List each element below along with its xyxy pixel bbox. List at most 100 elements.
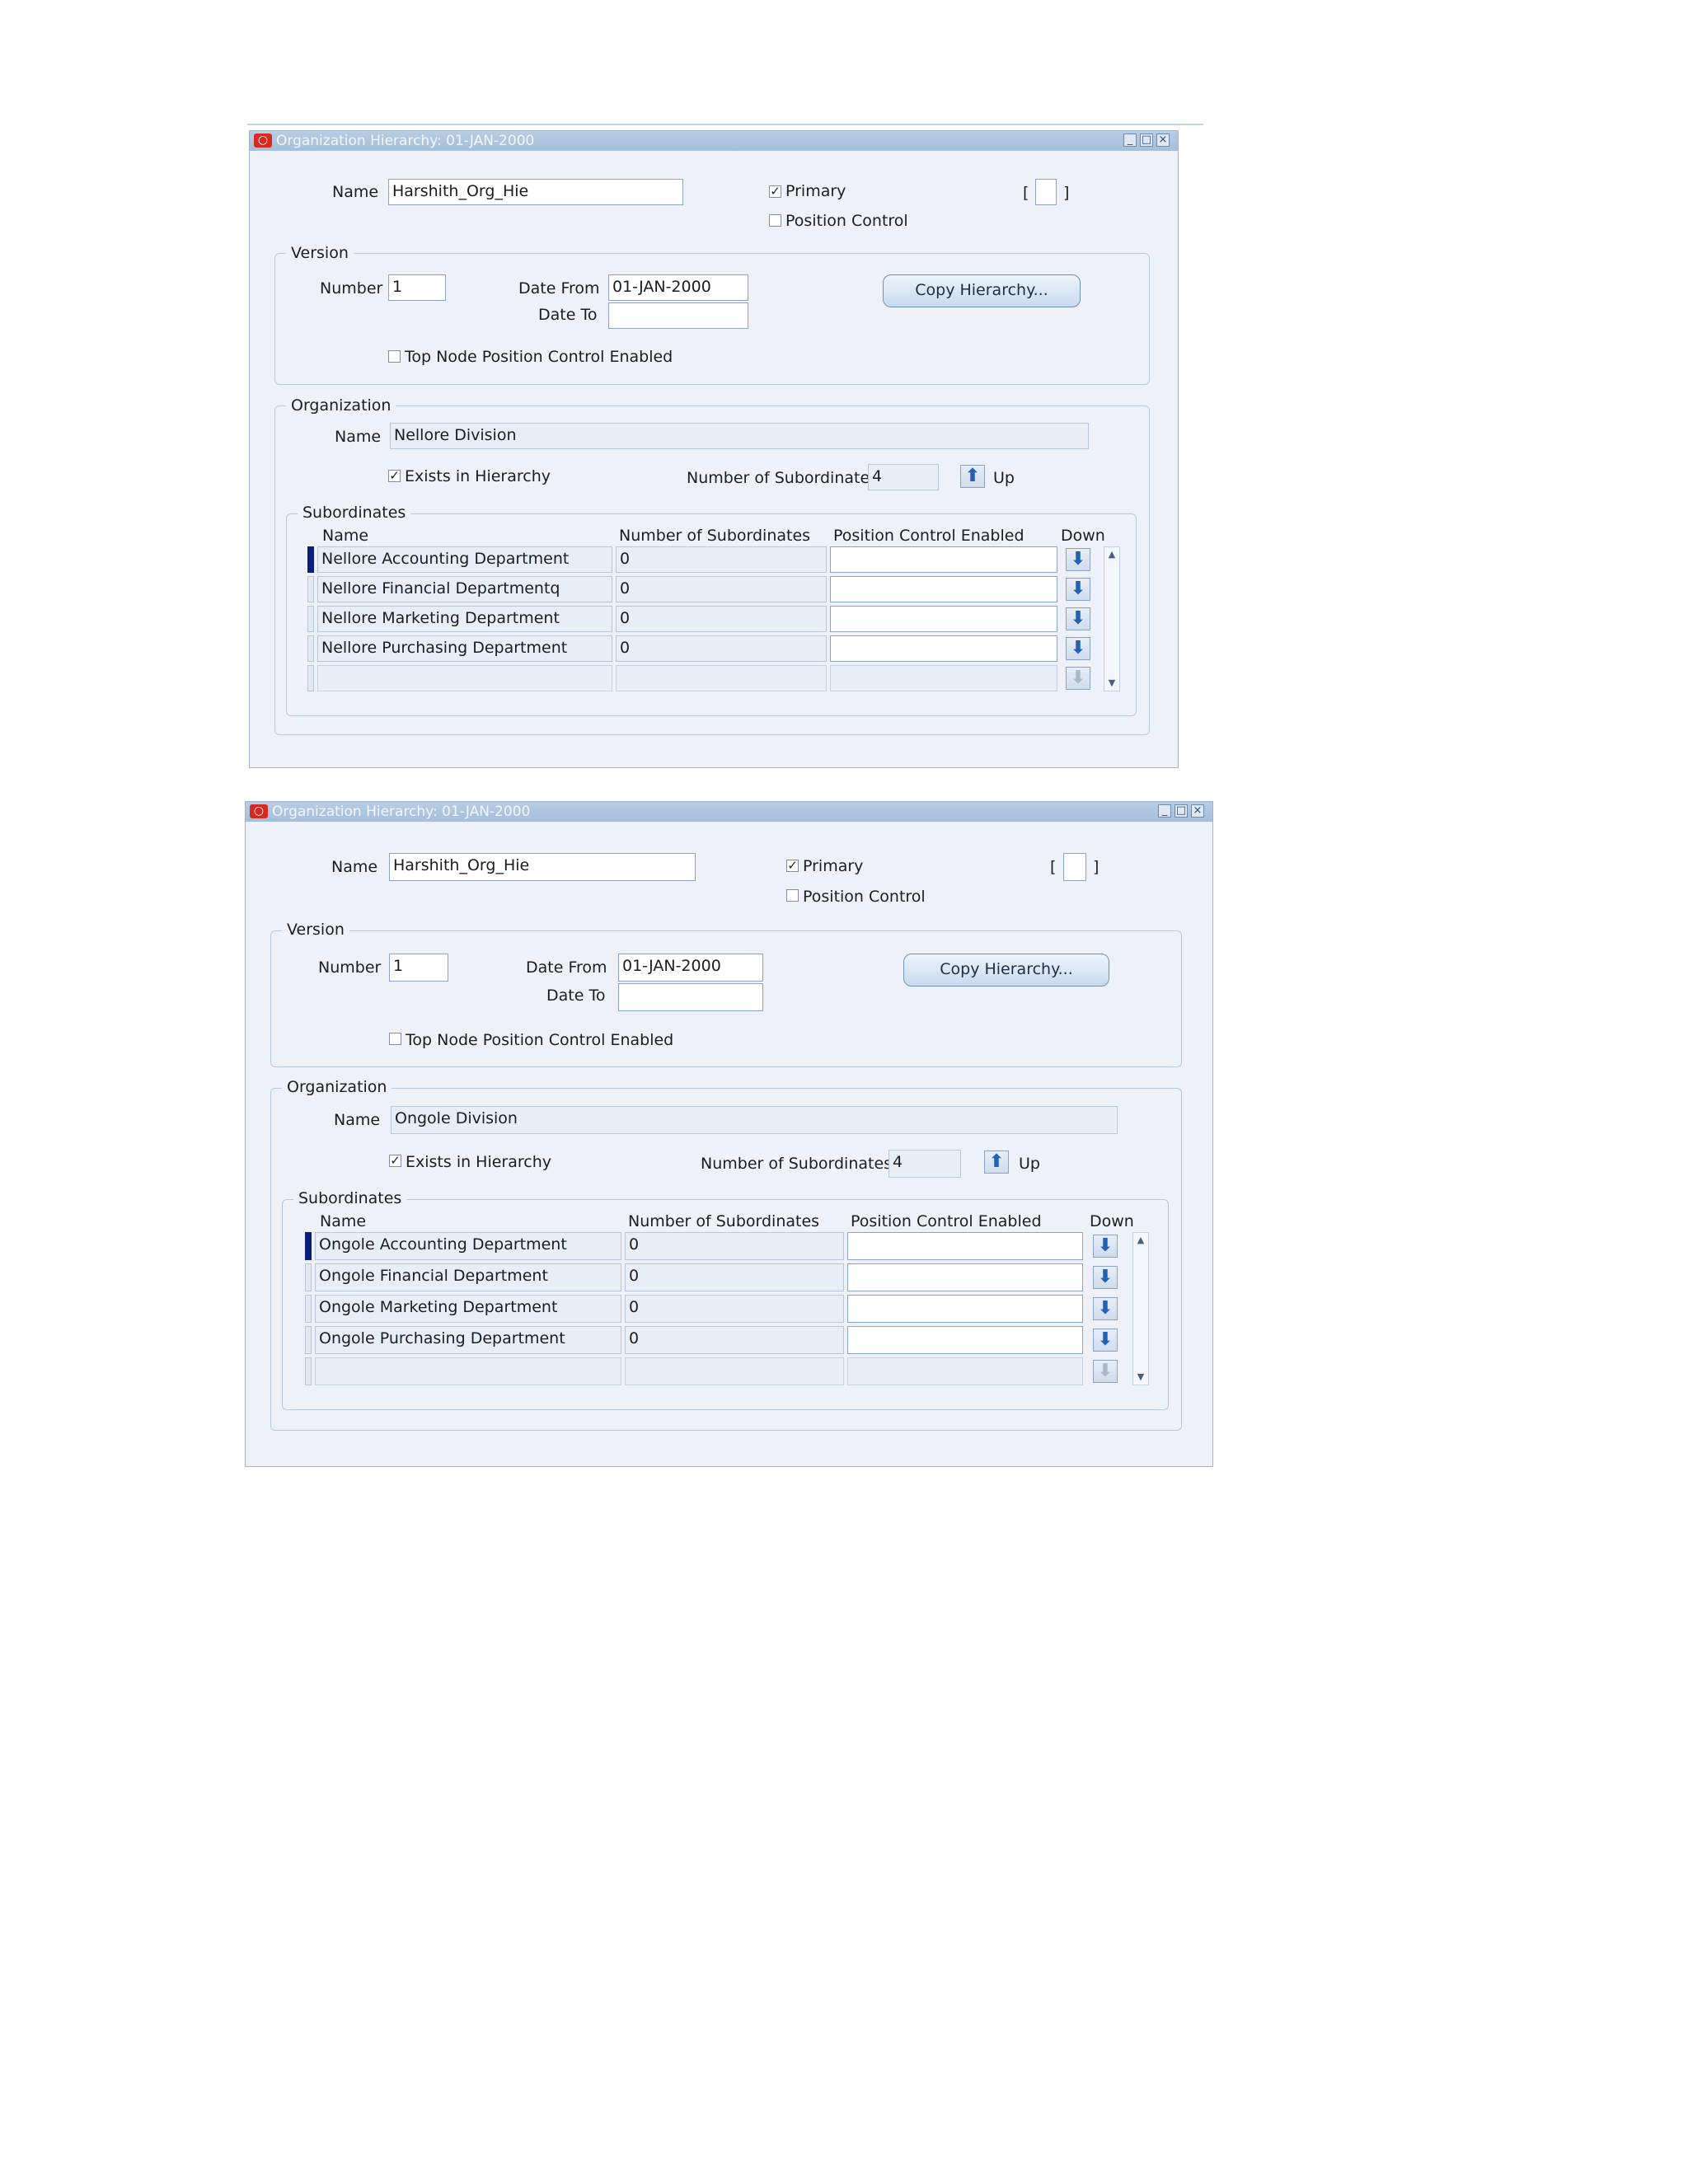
hierarchy-name-label: Name [331, 858, 378, 876]
subordinate-name-cell[interactable]: Nellore Financial Departmentq [317, 576, 612, 602]
subordinate-count-cell[interactable]: 0 [625, 1326, 844, 1354]
record-indicator[interactable] [305, 1295, 312, 1323]
maximize-icon[interactable]: □ [1175, 804, 1188, 818]
date-to-input[interactable] [608, 302, 748, 329]
arrow-down-icon[interactable]: ⬇ [1093, 1235, 1118, 1258]
window-titlebar[interactable]: ○ Organization Hierarchy: 01-JAN-2000 _ … [250, 131, 1178, 151]
date-to-input[interactable] [618, 983, 763, 1011]
subordinate-count-cell[interactable] [625, 1357, 844, 1385]
subordinate-count-cell[interactable]: 0 [616, 635, 827, 662]
arrow-up-icon[interactable]: ⬆ [960, 465, 985, 488]
arrow-down-icon[interactable]: ⬇ [1066, 637, 1090, 660]
position-control-enabled-cell[interactable] [847, 1326, 1083, 1354]
scroll-up-icon[interactable]: ▲ [1133, 1233, 1148, 1248]
record-indicator[interactable] [305, 1263, 312, 1291]
record-indicator[interactable] [305, 1326, 312, 1354]
primary-checkbox[interactable]: ✓ [769, 185, 781, 198]
record-indicator[interactable] [307, 635, 314, 662]
organization-name-label: Name [334, 1111, 381, 1129]
subordinate-count-cell[interactable]: 0 [616, 606, 827, 632]
subordinate-name-cell[interactable] [317, 665, 612, 691]
primary-checkbox[interactable]: ✓ [786, 860, 799, 872]
subordinate-name-cell[interactable] [315, 1357, 621, 1385]
position-control-checkbox[interactable] [786, 889, 799, 902]
subordinate-name-cell[interactable]: Ongole Purchasing Department [315, 1326, 621, 1354]
position-control-enabled-cell[interactable] [830, 606, 1057, 632]
hierarchy-name-input[interactable]: Harshith_Org_Hie [388, 179, 683, 205]
num-subordinates-input[interactable]: 4 [868, 464, 939, 490]
minimize-icon[interactable]: _ [1123, 134, 1137, 147]
subordinate-name-cell[interactable]: Ongole Accounting Department [315, 1232, 621, 1260]
subordinate-count-cell[interactable]: 0 [616, 546, 827, 573]
top-node-checkbox[interactable] [389, 1033, 401, 1045]
position-control-enabled-cell[interactable] [830, 635, 1057, 662]
subordinate-count-cell[interactable]: 0 [625, 1232, 844, 1260]
arrow-down-icon[interactable]: ⬇ [1066, 607, 1090, 630]
subordinate-name-cell[interactable]: Nellore Marketing Department [317, 606, 612, 632]
date-from-input[interactable]: 01-JAN-2000 [608, 274, 748, 301]
window-title: Organization Hierarchy: 01-JAN-2000 [272, 804, 531, 820]
window-titlebar[interactable]: ○ Organization Hierarchy: 01-JAN-2000 _ … [246, 802, 1212, 822]
position-control-label: Position Control [785, 212, 908, 230]
maximize-icon[interactable]: □ [1140, 134, 1153, 147]
subordinates-group-label: Subordinates [298, 504, 411, 522]
record-indicator[interactable] [307, 576, 314, 602]
top-node-checkbox[interactable] [388, 350, 401, 363]
scroll-down-icon[interactable]: ▼ [1104, 676, 1119, 691]
close-icon[interactable]: × [1156, 134, 1170, 147]
copy-hierarchy-button[interactable]: Copy Hierarchy... [883, 274, 1081, 307]
organization-name-input[interactable]: Ongole Division [391, 1106, 1118, 1134]
arrow-down-icon[interactable]: ⬇ [1093, 1297, 1118, 1320]
subordinate-name-cell[interactable]: Nellore Accounting Department [317, 546, 612, 573]
scroll-down-icon[interactable]: ▼ [1133, 1370, 1148, 1385]
scroll-up-icon[interactable]: ▲ [1104, 547, 1119, 562]
position-control-enabled-cell[interactable] [830, 665, 1057, 691]
position-control-enabled-cell[interactable] [830, 576, 1057, 602]
arrow-down-icon[interactable]: ⬇ [1093, 1266, 1118, 1289]
num-subordinates-input[interactable]: 4 [889, 1150, 961, 1178]
exists-in-hierarchy-checkbox[interactable]: ✓ [388, 470, 401, 482]
oracle-logo-icon: ○ [250, 804, 268, 818]
position-control-enabled-cell[interactable] [847, 1357, 1083, 1385]
subordinate-count-cell[interactable] [616, 665, 827, 691]
arrow-down-icon[interactable]: ⬇ [1066, 548, 1090, 571]
copy-hierarchy-button[interactable]: Copy Hierarchy... [903, 954, 1109, 987]
organization-name-input[interactable]: Nellore Division [390, 423, 1089, 449]
subordinate-count-cell[interactable]: 0 [625, 1263, 844, 1291]
subordinate-count-cell[interactable]: 0 [625, 1295, 844, 1323]
exists-in-hierarchy-checkbox[interactable]: ✓ [389, 1155, 401, 1167]
record-indicator[interactable] [305, 1357, 312, 1385]
record-indicator[interactable] [307, 606, 314, 632]
arrow-down-icon[interactable]: ⬇ [1066, 578, 1090, 601]
num-subordinates-label: Number of Subordinates [701, 1155, 893, 1173]
record-indicator[interactable] [307, 665, 314, 691]
hierarchy-name-input[interactable]: Harshith_Org_Hie [389, 853, 696, 881]
current-record-indicator[interactable] [305, 1232, 312, 1260]
position-control-checkbox[interactable] [769, 214, 781, 227]
position-control-enabled-cell[interactable] [847, 1295, 1083, 1323]
subordinate-name-cell[interactable]: Ongole Financial Department [315, 1263, 621, 1291]
bracket-right: ] [1063, 184, 1070, 202]
arrow-down-icon[interactable]: ⬇ [1093, 1360, 1118, 1383]
close-icon[interactable]: × [1191, 804, 1204, 818]
position-control-enabled-cell[interactable] [847, 1232, 1083, 1260]
date-from-input[interactable]: 01-JAN-2000 [618, 954, 763, 982]
version-number-input[interactable]: 1 [388, 274, 446, 301]
flexfield-input[interactable] [1035, 179, 1057, 205]
minimize-icon[interactable]: _ [1158, 804, 1171, 818]
arrow-down-icon[interactable]: ⬇ [1066, 667, 1090, 690]
primary-label: Primary [803, 857, 864, 875]
arrow-up-icon[interactable]: ⬆ [984, 1151, 1009, 1174]
bracket-right: ] [1093, 858, 1100, 876]
subordinate-name-cell[interactable]: Ongole Marketing Department [315, 1295, 621, 1323]
subordinates-scrollbar[interactable]: ▲ ▼ [1132, 1232, 1149, 1385]
subordinate-count-cell[interactable]: 0 [616, 576, 827, 602]
subordinates-scrollbar[interactable]: ▲ ▼ [1104, 546, 1120, 691]
subordinate-name-cell[interactable]: Nellore Purchasing Department [317, 635, 612, 662]
flexfield-input[interactable] [1063, 853, 1086, 881]
position-control-enabled-cell[interactable] [847, 1263, 1083, 1291]
arrow-down-icon[interactable]: ⬇ [1093, 1329, 1118, 1352]
position-control-enabled-cell[interactable] [830, 546, 1057, 573]
current-record-indicator[interactable] [307, 546, 314, 573]
version-number-input[interactable]: 1 [389, 954, 448, 982]
